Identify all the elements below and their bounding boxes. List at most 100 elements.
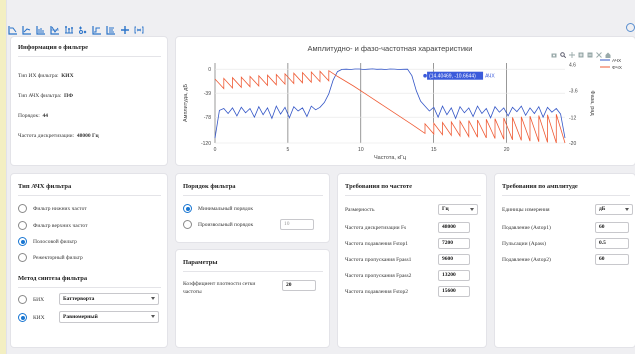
params-panel: Параметры Коэффициент плотности сетки ча… <box>175 249 330 348</box>
order-title: Порядок фильтра <box>183 183 236 190</box>
astop1-input[interactable]: 60 <box>595 222 629 233</box>
radio-label: Режекторный фильтр <box>33 255 83 261</box>
chevron-down-icon <box>625 208 629 211</box>
fpass2-label: Частота пропускания Fpass2 <box>345 273 412 279</box>
y-tick-label: 0 <box>208 67 211 73</box>
freq-unit-label: Размерность <box>345 207 375 213</box>
help-icon[interactable] <box>626 23 635 32</box>
log-plot-icon[interactable] <box>22 22 32 35</box>
radio-label: Фильтр верхних частот <box>33 223 88 229</box>
fstop1-label: Частота подавления Fstop1 <box>345 241 409 247</box>
legend-label: АЧХ <box>612 58 622 64</box>
y-tick-label: -120 <box>201 141 211 147</box>
iir-label: БИХ <box>33 297 45 303</box>
fs-label: Частота дискретизации Fs <box>345 225 407 231</box>
amp-unit-label: Единицы измерения <box>502 207 550 213</box>
radio-button[interactable] <box>18 221 27 230</box>
x-tick-label: 15 <box>431 147 437 153</box>
frequency-panel: Требования по частоте Размерность Гц Час… <box>337 173 487 348</box>
fstop2-label: Частота подавления Fstop2 <box>345 289 409 295</box>
filter-info-icon[interactable] <box>134 22 144 34</box>
response-type-panel: Тип АЧХ фильтра Фильтр нижних частот Фил… <box>10 173 168 348</box>
x-axis-label: Частота, кГц <box>374 155 407 161</box>
y2-tick-label: -12 <box>569 115 576 121</box>
fstop2-input[interactable]: 15600 <box>438 286 470 297</box>
fir-method-select[interactable]: Равномерный <box>59 311 159 323</box>
divider <box>183 195 323 196</box>
radio-iir[interactable] <box>18 295 27 304</box>
step-plot-icon[interactable] <box>92 22 102 35</box>
info-title: Информация о фильтре <box>18 44 89 51</box>
grid-density-label: Коэффициент плотности сетки частоты <box>183 281 256 295</box>
coefficients-icon[interactable] <box>106 22 116 35</box>
y2-tick-label: -20 <box>569 141 576 147</box>
filter-info-panel: Информация о фильтре Тип ИХ фильтра: КИХ… <box>10 36 168 166</box>
y-tick-label: -39 <box>204 91 211 97</box>
radio-button[interactable] <box>18 204 27 213</box>
chevron-down-icon <box>151 315 155 318</box>
info-row-response-type: Тип АЧХ фильтра: ПФ <box>18 93 74 99</box>
divider <box>502 195 630 196</box>
info-row-ir-type: Тип ИХ фильтра: КИХ <box>18 73 74 79</box>
astop2-input[interactable]: 60 <box>595 254 629 265</box>
amplitude-title: Требования по амплитуде <box>502 183 578 190</box>
grid-density-input[interactable]: 20 <box>282 280 316 291</box>
radio-label: Фильтр нижних частот <box>33 206 87 212</box>
chevron-down-icon <box>470 208 474 211</box>
method-title: Метод синтеза фильтра <box>18 275 88 282</box>
info-row-order: Порядок: 44 <box>18 113 49 119</box>
y2-tick-label: -3.6 <box>569 89 578 95</box>
y-tick-label: -78 <box>204 115 211 121</box>
y2-axis-label: Фаза, рад <box>589 90 595 116</box>
app-window: Информация о фильтре Тип ИХ фильтра: КИХ… <box>6 0 635 354</box>
radio-fir[interactable] <box>18 313 27 322</box>
astop2-label: Подавление (Astop2) <box>502 257 551 263</box>
fpass1-label: Частота пропускания Fpass1 <box>345 257 412 263</box>
x-tick-label: 5 <box>287 147 290 153</box>
order-input[interactable]: 10 <box>280 219 314 230</box>
response-type-title: Тип АЧХ фильтра <box>18 183 72 190</box>
apass-input[interactable]: 0.5 <box>595 238 629 249</box>
x-tick-label: 10 <box>358 147 364 153</box>
info-row-sample-rate: Частота дискретизации: 48000 Гц <box>18 133 99 139</box>
x-tick-label: 20 <box>504 147 510 153</box>
radio-button[interactable] <box>18 237 27 246</box>
chart-title: Амплитудно- и фазо-частотная характерист… <box>308 44 473 53</box>
fs-input[interactable]: 48000 <box>438 222 470 233</box>
freq-unit-select[interactable]: Гц <box>438 204 478 215</box>
frequency-plot-icon[interactable] <box>50 22 60 35</box>
radio-min-order[interactable] <box>183 204 192 213</box>
params-title: Параметры <box>183 259 218 266</box>
radio-label: Полосовой фильтр <box>33 239 77 245</box>
iir-method-select[interactable]: Баттерворта <box>59 293 159 305</box>
x-tick-label: 0 <box>214 147 217 153</box>
crosshair-icon[interactable] <box>120 22 130 34</box>
min-order-label: Минимальный порядок <box>198 206 254 212</box>
impulse-plot-icon[interactable] <box>64 22 74 34</box>
divider <box>183 271 323 272</box>
hover-tooltip-series: АЧХ <box>485 74 495 80</box>
chart: Амплитудно- и фазо-частотная характерист… <box>183 44 623 161</box>
fstop1-input[interactable]: 7200 <box>438 238 470 249</box>
divider <box>18 195 161 196</box>
fpass1-input[interactable]: 9600 <box>438 254 470 265</box>
frequency-title: Требования по частоте <box>345 183 413 190</box>
fpass2-input[interactable]: 13200 <box>438 270 470 281</box>
divider <box>18 56 161 57</box>
grid-plot-icon[interactable] <box>36 22 46 35</box>
y-axis-label: Амплитуда, дБ <box>183 84 189 122</box>
custom-order-label: Произвольный порядок <box>198 222 254 228</box>
amp-unit-select[interactable]: дБ <box>595 204 633 215</box>
divider <box>18 287 161 288</box>
radio-button[interactable] <box>18 253 27 262</box>
bode-plot-icon[interactable] <box>8 22 18 35</box>
amplitude-panel: Требования по амплитуде Единицы измерени… <box>494 173 635 348</box>
fir-label: КИХ <box>33 315 45 321</box>
pole-zero-icon[interactable] <box>78 22 88 34</box>
y2-tick-label: 4.6 <box>569 62 576 68</box>
order-panel: Порядок фильтра Минимальный порядок Прои… <box>175 173 330 243</box>
chevron-down-icon <box>151 297 155 300</box>
apass-label: Пульсации (Apass) <box>502 241 546 247</box>
radio-custom-order[interactable] <box>183 220 192 229</box>
legend-label: ФЧХ <box>612 65 623 71</box>
